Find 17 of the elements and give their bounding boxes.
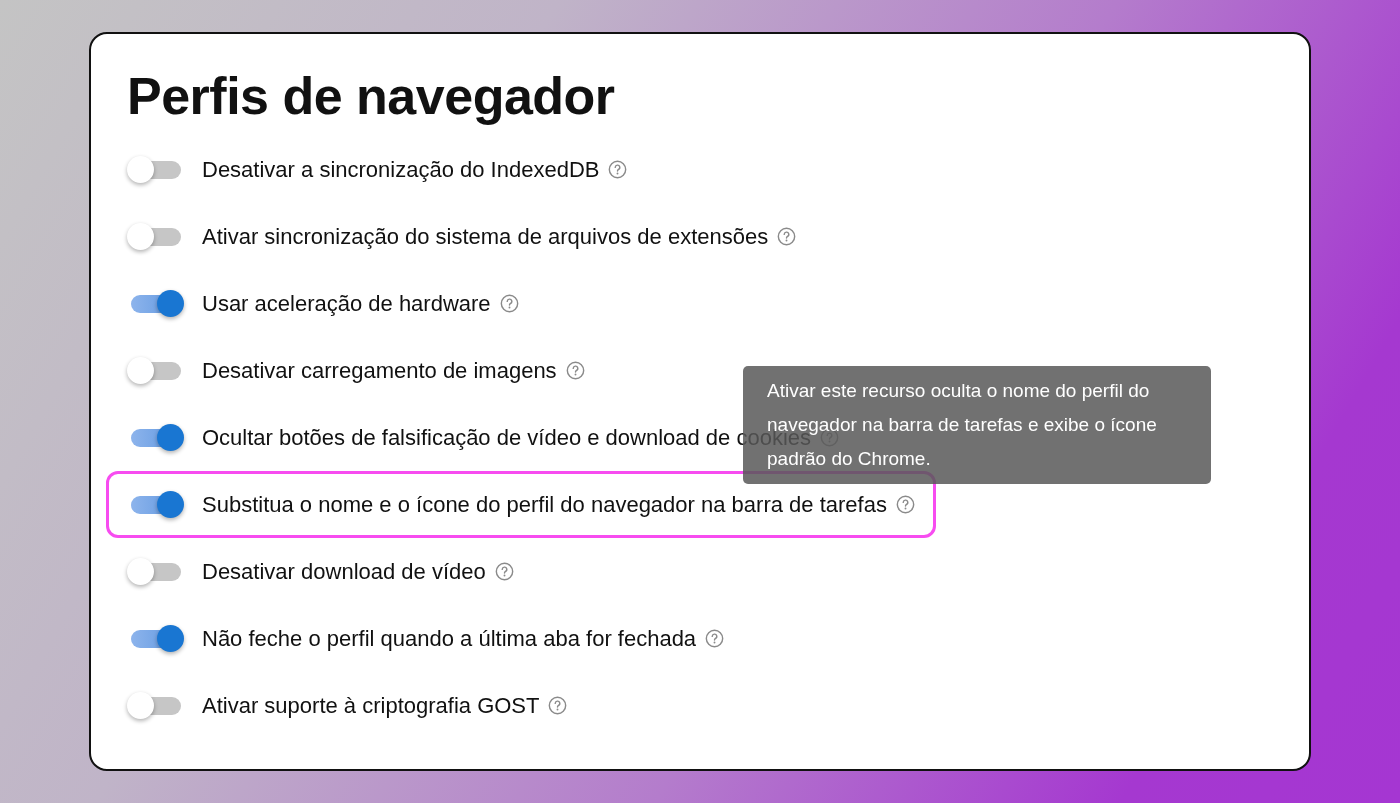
help-icon[interactable] — [499, 294, 519, 313]
help-icon[interactable] — [548, 696, 568, 715]
page-title: Perfis de navegador — [127, 66, 616, 127]
help-icon[interactable] — [565, 361, 585, 380]
help-icon[interactable] — [705, 629, 725, 648]
setting-label: Desativar a sincronização do IndexedDB — [202, 156, 600, 183]
setting-label: Desativar carregamento de imagens — [202, 357, 557, 384]
setting-label: Substitua o nome e o ícone do perfil do navegador na barra de tarefas — [202, 491, 887, 518]
help-icon[interactable] — [494, 562, 514, 581]
setting-label: Desativar download de vídeo — [202, 558, 486, 585]
help-icon[interactable] — [777, 227, 797, 246]
help-icon[interactable] — [895, 495, 915, 514]
setting-label: Ativar suporte à criptografia GOST — [202, 692, 540, 719]
setting-label: Usar aceleração de hardware — [202, 290, 491, 317]
help-icon[interactable] — [608, 160, 628, 179]
setting-label: Ativar sincronização do sistema de arquivos de extensões — [202, 223, 769, 250]
setting-label: Não feche o perfil quando a última aba for fechada — [202, 625, 697, 652]
